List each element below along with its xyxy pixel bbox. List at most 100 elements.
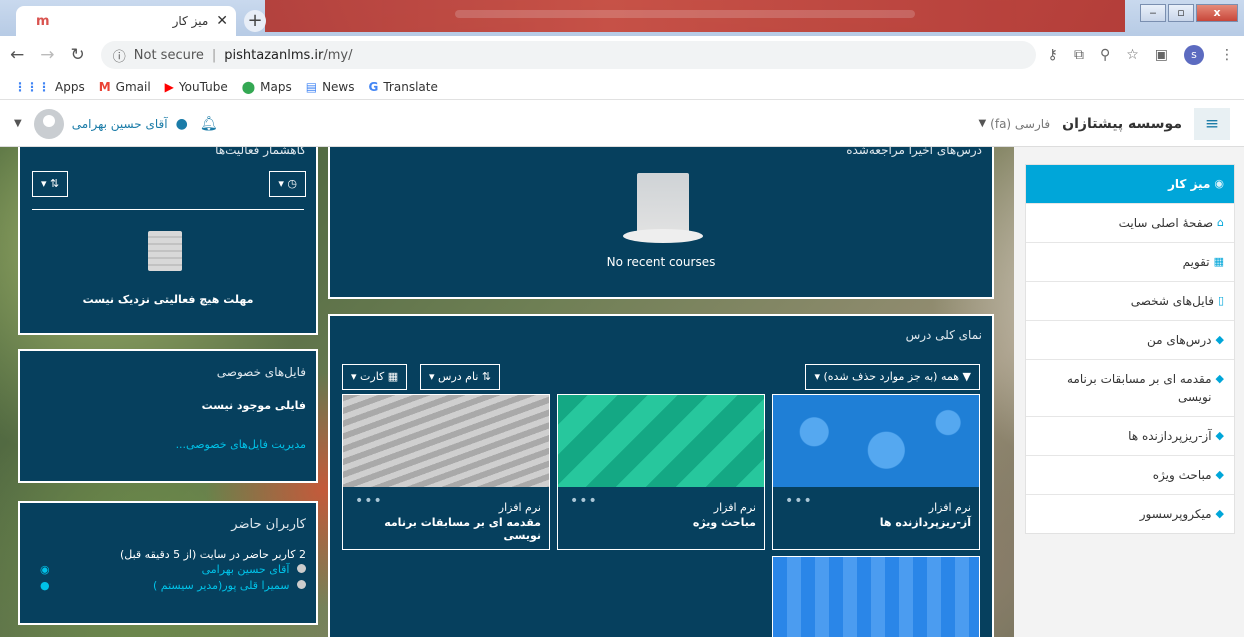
course-menu-icon[interactable]: ••• <box>355 493 383 509</box>
address-bar[interactable]: ⓘ Not secure | pishtazanlms.ir /my/ <box>100 41 1036 69</box>
empty-courses-icon <box>637 173 689 237</box>
sidebar-item-label: آز-ریزپردازنده ها <box>1128 429 1212 443</box>
course-name[interactable]: مقدمه ای بر مسابقات برنامه نویسی <box>343 516 549 542</box>
file-icon: ▯ <box>1217 294 1224 307</box>
bookmark-label: News <box>322 79 355 94</box>
timeline-date-filter[interactable]: ◷ ▾ <box>269 171 306 197</box>
bookmark-maps[interactable]: ⬤ Maps <box>242 80 292 94</box>
bookmark-label: Maps <box>260 79 292 94</box>
minimize-button[interactable]: ‒ <box>1140 4 1166 22</box>
sidebar-item-course-1[interactable]: ◆ مقدمه ای بر مسابقات برنامه نویسی <box>1026 360 1234 417</box>
course-image <box>558 395 764 487</box>
course-image <box>773 557 979 637</box>
profile-avatar[interactable]: s <box>1184 45 1204 65</box>
user-menu-caret-icon[interactable]: ▼ <box>14 118 22 129</box>
course-image <box>343 395 549 487</box>
divider <box>32 209 304 210</box>
language-caret-icon[interactable]: ▼ <box>978 118 986 129</box>
online-user-name[interactable]: آقای حسین بهرامی <box>202 563 290 576</box>
sidebar-item-dashboard[interactable]: ◉ میز کار <box>1026 165 1234 204</box>
language-menu[interactable]: فارسی (fa) <box>990 117 1050 131</box>
bookmark-gmail[interactable]: M Gmail <box>99 80 151 94</box>
course-card[interactable]: ••• نرم افزار آز-ریزپردازنده ها <box>772 394 980 550</box>
clock-icon: ◷ <box>287 177 297 190</box>
bookmark-translate[interactable]: G Translate <box>369 80 438 94</box>
sidebar-item-course-2[interactable]: ◆ آز-ریزپردازنده ها <box>1026 417 1234 456</box>
sidebar-item-calendar[interactable]: ▦ تقویم <box>1026 243 1234 282</box>
online-user-name[interactable]: سمیرا قلی پور(مدیر سیستم ) <box>153 579 290 592</box>
info-icon[interactable]: ⓘ <box>113 46 126 65</box>
tab-title: میز کار <box>172 14 209 28</box>
close-window-button[interactable]: x <box>1196 4 1238 22</box>
course-card[interactable]: ••• نرم افزار مقدمه ای بر مسابقات برنامه… <box>342 394 550 550</box>
online-users-block: کاربران حاضر 2 کاربر حاضر در سایت (از 5 … <box>18 501 318 625</box>
not-secure-label: Not secure <box>133 47 204 63</box>
sidebar-item-private-files[interactable]: ▯ فایل‌های شخصی <box>1026 282 1234 321</box>
extension-icon[interactable]: ▣ <box>1155 47 1168 63</box>
messages-icon[interactable]: ● <box>176 116 188 132</box>
timeline-block: گاهشمار فعالیت‌ها ◷ ▾ ⇅ ▾ مهلت هیچ فعالی… <box>18 147 318 335</box>
translate-page-icon[interactable]: ⧉ <box>1074 47 1084 63</box>
dashboard-icon: ◉ <box>1214 177 1224 190</box>
browser-tab[interactable]: m میز کار ✕ <box>16 6 236 36</box>
sidebar-item-label: مقدمه ای بر مسابقات برنامه نویسی <box>1066 372 1212 404</box>
notification-bell-icon[interactable]: 🔔︎ <box>200 116 218 132</box>
manage-files-link[interactable]: مدیریت فایل‌های خصوصی... <box>20 412 316 451</box>
star-icon[interactable]: ☆ <box>1126 47 1139 63</box>
filter-icon: ▼ <box>962 370 971 383</box>
graduation-cap-icon: ◆ <box>1215 507 1224 520</box>
page-content: ◉ میز کار ⌂ صفحهٔ اصلی سایت ▦ تقویم ▯ فایل‌ه… <box>0 147 1244 637</box>
browser-toolbar: ← → ↻ ⓘ Not secure | pishtazanlms.ir /my… <box>0 36 1244 74</box>
course-card[interactable]: ••• نرم افزار مباحث ویژه <box>557 394 765 550</box>
key-icon[interactable]: ⚷ <box>1048 47 1058 63</box>
filter-dropdown[interactable]: ▼ همه (به جز موارد حذف شده) ▾ <box>805 364 980 390</box>
bookmark-news[interactable]: ▤ News <box>306 80 355 94</box>
graduation-cap-icon: ◆ <box>1215 333 1224 346</box>
sort-dropdown[interactable]: ⇅ نام درس ▾ <box>420 364 501 390</box>
sidebar-item-home[interactable]: ⌂ صفحهٔ اصلی سایت <box>1026 204 1234 243</box>
sidebar-item-label: درس‌های من <box>1146 333 1212 347</box>
message-icon[interactable]: ● <box>40 579 50 592</box>
private-files-block: فایل‌های خصوصی فایلی موجود نیست مدیریت ف… <box>18 349 318 483</box>
eye-icon[interactable]: ◉ <box>40 563 50 576</box>
course-name[interactable]: آز-ریزپردازنده ها <box>773 516 979 529</box>
new-tab-button[interactable]: + <box>244 10 266 32</box>
maximize-button[interactable]: ▫ <box>1168 4 1194 22</box>
tab-close-icon[interactable]: ✕ <box>216 13 228 29</box>
course-overview-block: نمای کلی درس ▼ همه (به جز موارد حذف شده)… <box>328 314 994 637</box>
course-menu-icon[interactable]: ••• <box>785 493 813 509</box>
youtube-icon: ▶ <box>164 79 174 94</box>
sidebar-item-course-3[interactable]: ◆ مباحث ویژه <box>1026 456 1234 495</box>
bookmark-apps[interactable]: ⋮⋮⋮ Apps <box>14 80 85 94</box>
sidebar-item-label: مباحث ویژه <box>1152 468 1212 482</box>
translate-icon: G <box>368 79 379 94</box>
menu-toggle-icon[interactable]: ≡ <box>1194 107 1230 140</box>
back-icon[interactable]: ← <box>10 45 24 65</box>
course-menu-icon[interactable]: ••• <box>570 493 598 509</box>
sidebar-item-my-courses[interactable]: ◆ درس‌های من <box>1026 321 1234 360</box>
view-dropdown[interactable]: ▦ کارت ▾ <box>342 364 408 390</box>
course-name[interactable]: مباحث ویژه <box>558 516 764 529</box>
course-card[interactable] <box>772 556 980 637</box>
timeline-sort[interactable]: ⇅ ▾ <box>32 171 69 197</box>
sidebar-item-label: صفحهٔ اصلی سایت <box>1118 216 1214 230</box>
user-name[interactable]: آقای حسین بهرامی <box>72 117 168 131</box>
window-controls: ‒ ▫ x <box>1140 4 1238 22</box>
forward-icon[interactable]: → <box>40 45 54 65</box>
bookmark-youtube[interactable]: ▶ YouTube <box>165 80 228 94</box>
sidebar-item-label: تقویم <box>1182 255 1210 269</box>
sort-label: نام درس <box>438 370 479 383</box>
site-brand[interactable]: موسسه پیشتازان <box>1062 116 1182 132</box>
tab-favicon: m <box>36 13 50 29</box>
menu-dots-icon[interactable]: ⋮ <box>1220 47 1234 63</box>
reload-icon[interactable]: ↻ <box>71 45 85 65</box>
site-navbar: ≡ موسسه پیشتازان فارسی (fa) ▼ 🔔︎ ● آقای … <box>0 101 1244 147</box>
user-avatar[interactable] <box>33 108 64 139</box>
sidebar-item-course-4[interactable]: ◆ میکروپرسسور <box>1026 495 1234 533</box>
zoom-icon[interactable]: ⚲ <box>1100 47 1110 63</box>
bookmark-label: Gmail <box>115 79 151 94</box>
empty-timeline-icon <box>148 231 182 271</box>
graduation-cap-icon: ◆ <box>1215 372 1224 385</box>
recent-courses-block: درس‌های اخیراً مراجعه‌شده No recent cour… <box>328 147 994 299</box>
gmail-icon: M <box>98 79 111 94</box>
